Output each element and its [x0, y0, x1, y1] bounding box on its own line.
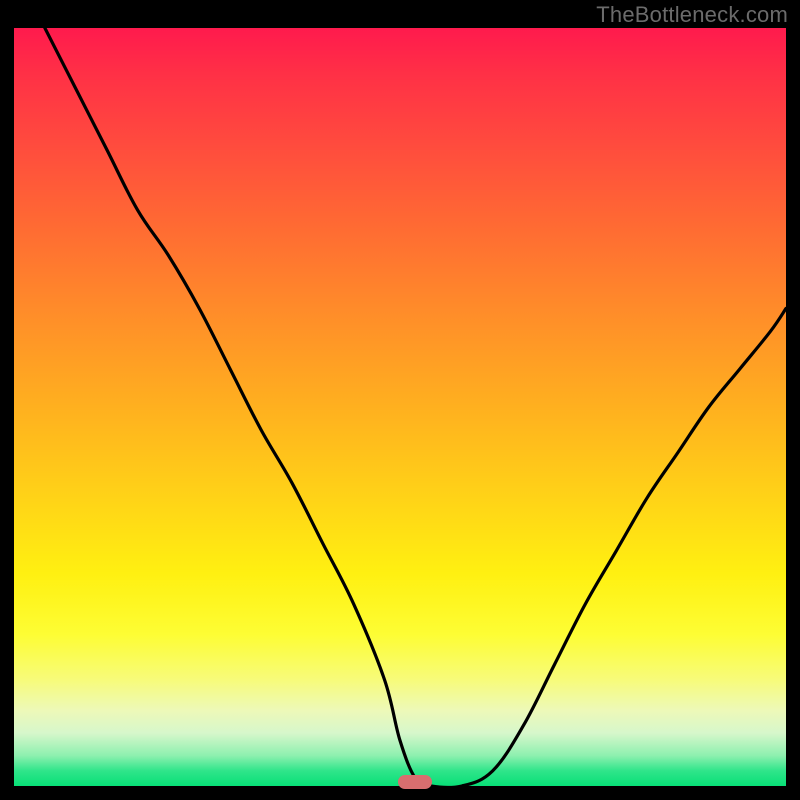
- bottleneck-curve-path: [45, 28, 786, 786]
- optimal-point-marker: [398, 775, 432, 789]
- bottleneck-curve: [14, 28, 786, 786]
- plot-area: [14, 28, 786, 786]
- watermark-text: TheBottleneck.com: [596, 2, 788, 28]
- chart-frame: TheBottleneck.com: [0, 0, 800, 800]
